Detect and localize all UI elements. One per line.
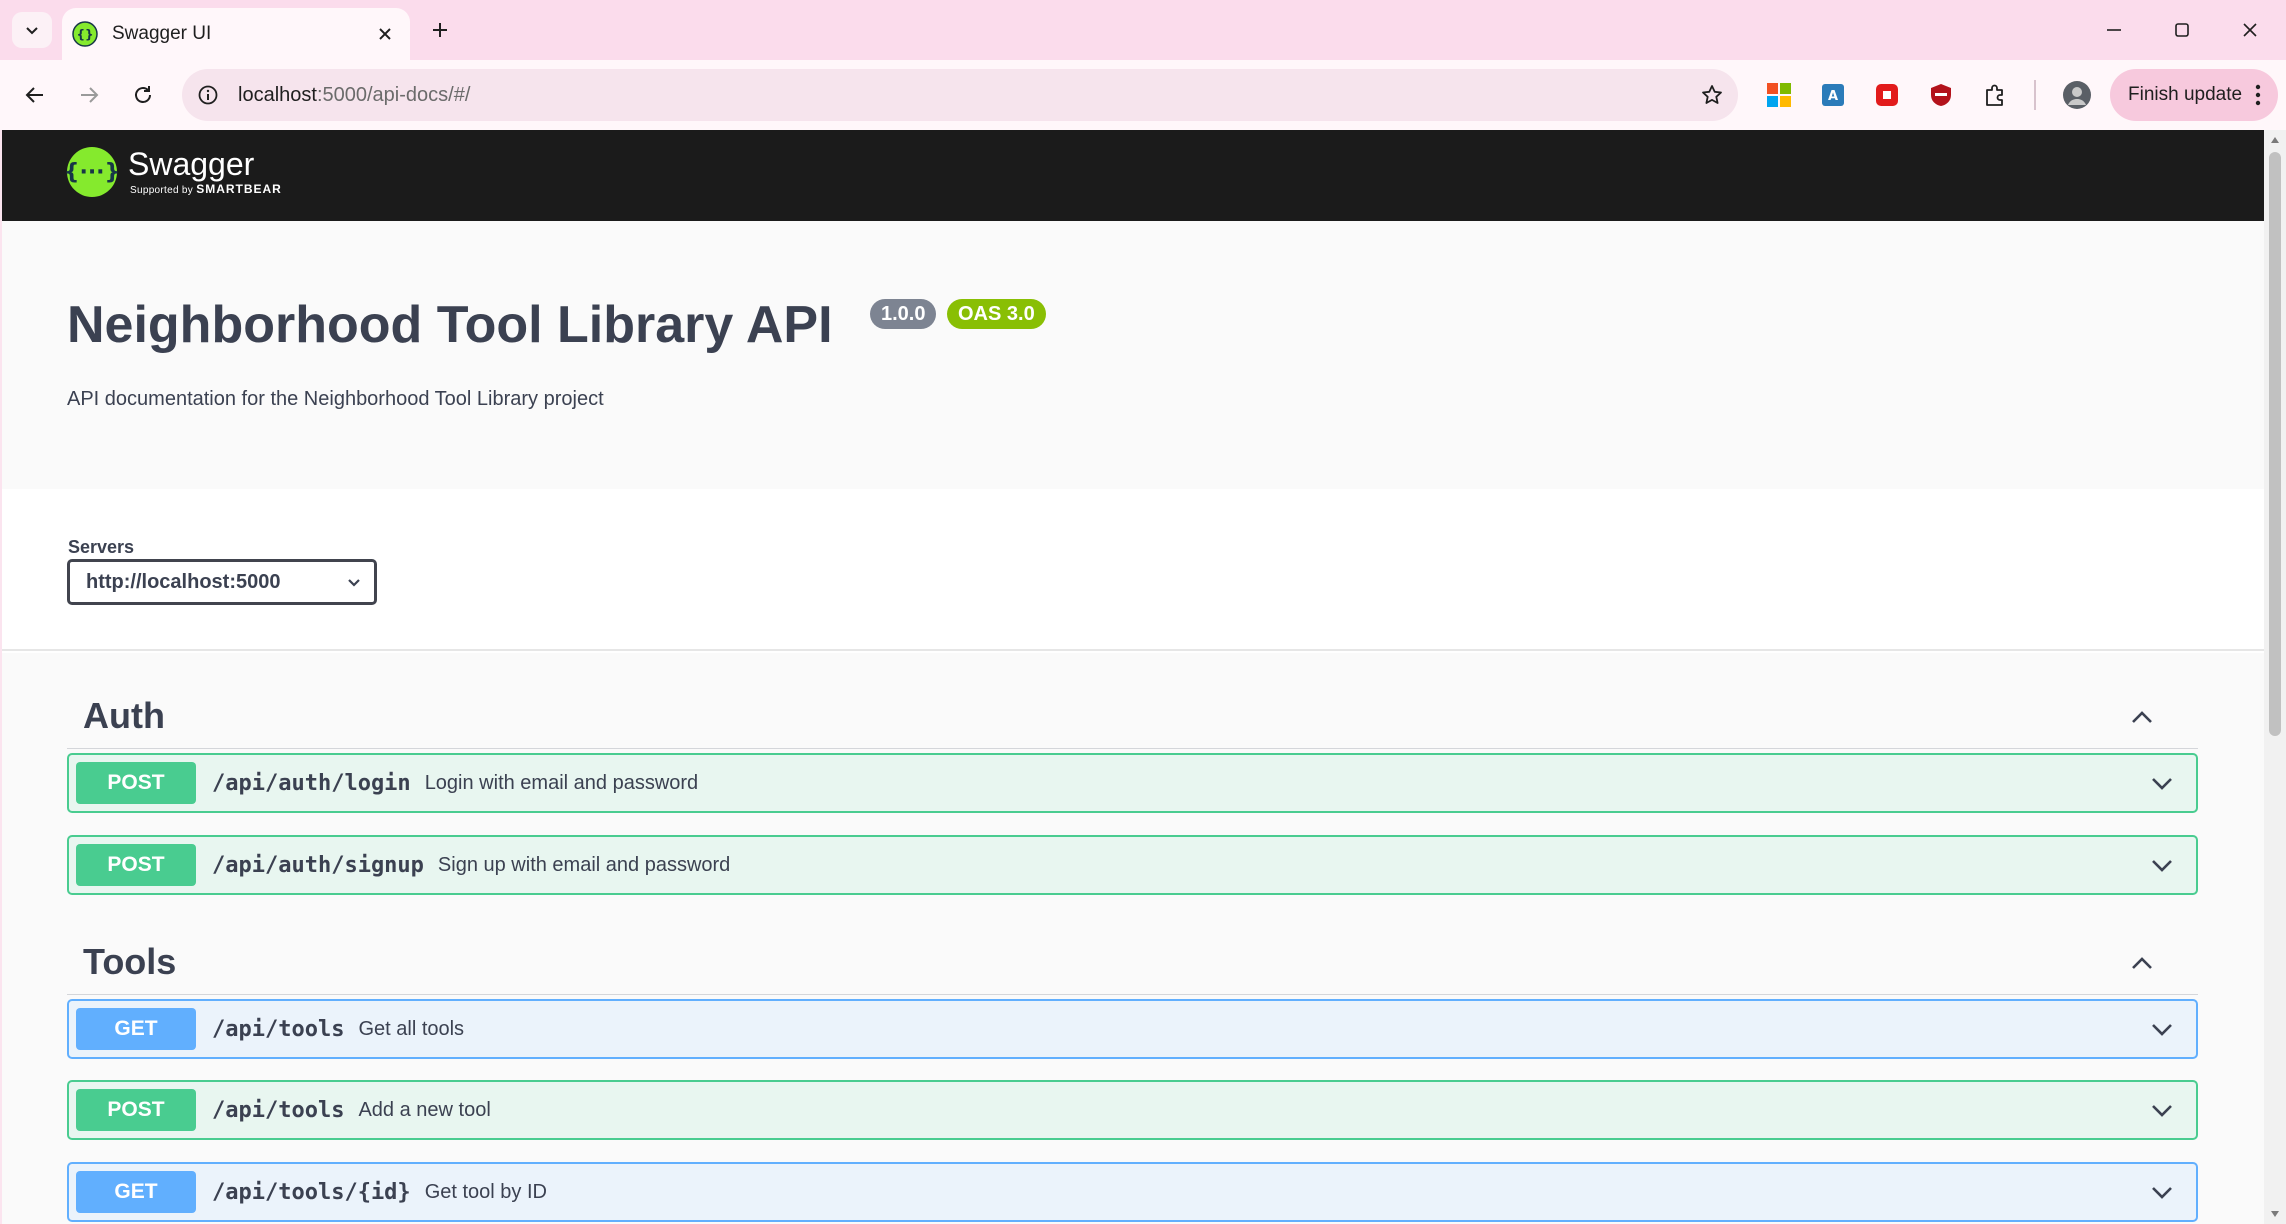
api-info-section: Neighborhood Tool Library API 1.0.0 OAS … <box>2 221 2264 489</box>
new-tab-plus-icon[interactable] <box>424 14 456 46</box>
method-badge: POST <box>76 762 196 804</box>
maximize-icon[interactable] <box>2152 10 2212 50</box>
site-info-icon[interactable] <box>182 69 234 121</box>
method-badge: GET <box>76 1171 196 1213</box>
extensions-puzzle-icon[interactable] <box>1978 78 2012 112</box>
operations-section: Auth POST /api/auth/login Login with ema… <box>2 653 2264 1224</box>
tag-auth-title: Auth <box>83 695 165 736</box>
method-badge: POST <box>76 844 196 886</box>
translate-extension-icon[interactable]: A <box>1816 78 1850 112</box>
operation-post-auth-signup[interactable]: POST /api/auth/signup Sign up with email… <box>67 835 2198 895</box>
browser-toolbar: localhost:5000/api-docs/#/ A Finish upda… <box>0 60 2286 130</box>
scroll-up-arrow-icon[interactable] <box>2269 134 2281 146</box>
swagger-logo-icon: {···} <box>66 147 118 197</box>
url-host: localhost <box>238 83 317 106</box>
toolbar-separator <box>2034 80 2036 110</box>
minimize-icon[interactable] <box>2084 10 2144 50</box>
chevron-down-icon[interactable] <box>2142 845 2182 885</box>
operation-get-tools[interactable]: GET /api/tools Get all tools <box>67 999 2198 1059</box>
operation-summary: Get tool by ID <box>424 1180 547 1203</box>
operation-path: /api/tools/{id} <box>212 1179 411 1205</box>
server-select[interactable]: http://localhost:5000 <box>67 559 377 605</box>
chevron-down-icon[interactable] <box>2142 763 2182 803</box>
finish-update-button[interactable]: Finish update <box>2110 69 2278 121</box>
tab-title: Swagger UI <box>112 23 212 44</box>
tab-strip: {} Swagger UI <box>0 0 2286 60</box>
swagger-topbar: {···} Swagger Supported by SMARTBEAR <box>2 130 2264 221</box>
operation-get-tool-by-id[interactable]: GET /api/tools/{id} Get tool by ID <box>67 1162 2198 1222</box>
api-title: Neighborhood Tool Library API <box>67 296 833 354</box>
swagger-favicon-icon: {} <box>72 21 98 47</box>
page-viewport: {···} Swagger Supported by SMARTBEAR Nei… <box>2 130 2264 1224</box>
chevron-up-icon[interactable] <box>2124 945 2160 981</box>
api-description: API documentation for the Neighborhood T… <box>67 388 604 410</box>
servers-label: Servers <box>68 537 135 557</box>
microsoft-extension-icon[interactable] <box>1762 78 1796 112</box>
servers-section: Servers http://localhost:5000 <box>2 489 2264 651</box>
scroll-down-arrow-icon[interactable] <box>2269 1208 2281 1220</box>
operation-post-tools[interactable]: POST /api/tools Add a new tool <box>67 1080 2198 1140</box>
operation-summary: Login with email and password <box>424 771 699 794</box>
back-arrow-icon[interactable] <box>14 74 56 116</box>
operation-path: /api/auth/login <box>212 770 411 796</box>
chevron-down-icon[interactable] <box>2142 1009 2182 1049</box>
reload-icon[interactable] <box>122 74 164 116</box>
shield-extension-icon[interactable] <box>1924 78 1958 112</box>
close-window-icon[interactable] <box>2220 10 2280 50</box>
tag-tools-title: Tools <box>83 941 177 982</box>
forward-arrow-icon[interactable] <box>68 74 110 116</box>
operation-summary: Sign up with email and password <box>437 853 731 876</box>
address-bar[interactable]: localhost:5000/api-docs/#/ <box>182 69 1738 121</box>
browser-tab[interactable]: {} Swagger UI <box>62 8 410 60</box>
operation-path: /api/tools <box>212 1097 345 1123</box>
swagger-brand: Swagger Supported by SMARTBEAR <box>128 146 282 196</box>
chevron-down-icon[interactable] <box>2142 1172 2182 1212</box>
profile-avatar[interactable] <box>2060 78 2094 112</box>
url-text: localhost:5000/api-docs/#/ <box>238 84 1686 107</box>
chevron-down-icon <box>26 27 38 35</box>
smartbear-text: SMARTBEAR <box>196 182 282 196</box>
bookmark-star-icon[interactable] <box>1686 69 1738 121</box>
chevron-up-icon[interactable] <box>2124 699 2160 735</box>
method-badge: POST <box>76 1089 196 1131</box>
svg-text:{}: {} <box>76 28 93 42</box>
version-badge: 1.0.0 <box>870 299 937 329</box>
operation-summary: Get all tools <box>358 1017 465 1040</box>
method-badge: GET <box>76 1008 196 1050</box>
recorder-extension-icon[interactable] <box>1870 78 1904 112</box>
swagger-supported-by: Supported by SMARTBEAR <box>130 182 282 196</box>
operation-summary: Add a new tool <box>358 1098 491 1121</box>
scrollbar-thumb[interactable] <box>2269 152 2281 736</box>
chevron-down-icon[interactable] <box>2142 1090 2182 1130</box>
page-scrollbar[interactable] <box>2264 130 2286 1224</box>
finish-update-label: Finish update <box>2128 84 2243 105</box>
tag-auth[interactable]: Auth <box>67 683 2198 749</box>
server-select-value: http://localhost:5000 <box>86 570 281 593</box>
svg-text:A: A <box>1828 89 1838 104</box>
supported-by-text: Supported by <box>130 185 194 196</box>
swagger-logo[interactable]: {···} Swagger Supported by SMARTBEAR <box>66 146 282 202</box>
operation-post-auth-login[interactable]: POST /api/auth/login Login with email an… <box>67 753 2198 813</box>
operation-path: /api/tools <box>212 1016 345 1042</box>
oas-badge: OAS 3.0 <box>947 299 1046 329</box>
tag-tools[interactable]: Tools <box>67 929 2198 995</box>
chevron-down-icon <box>334 573 374 591</box>
operation-path: /api/auth/signup <box>212 852 424 878</box>
svg-text:{···}: {···} <box>66 160 118 185</box>
close-tab-icon[interactable] <box>370 19 400 49</box>
swagger-name: Swagger <box>128 146 255 182</box>
more-vertical-icon[interactable] <box>2248 81 2268 109</box>
tab-search-button[interactable] <box>12 12 52 48</box>
url-path: :5000/api-docs/#/ <box>316 83 471 106</box>
